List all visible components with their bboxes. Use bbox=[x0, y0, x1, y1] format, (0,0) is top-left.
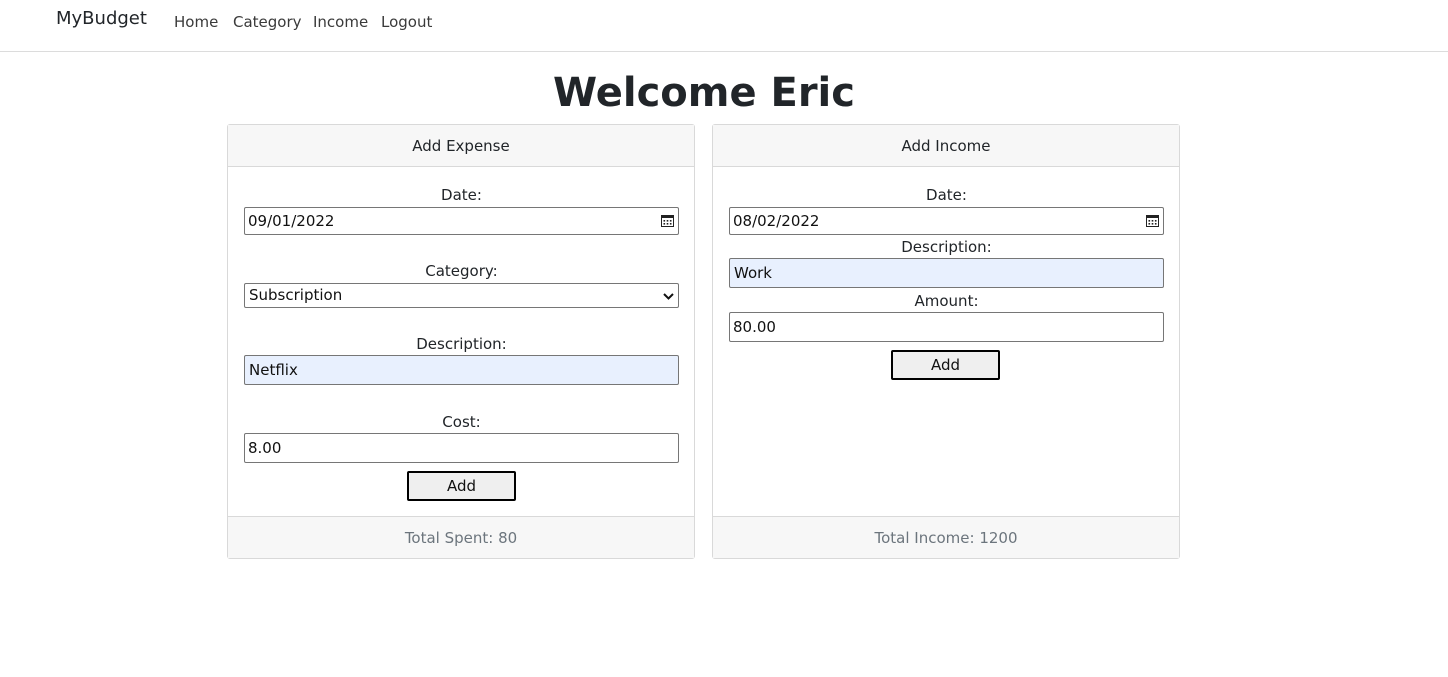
add-expense-header: Add Expense bbox=[228, 125, 694, 167]
expense-date-label: Date: bbox=[441, 186, 482, 204]
income-amount-input[interactable]: 80.00 bbox=[729, 312, 1164, 342]
expense-description-value: Netflix bbox=[249, 361, 298, 379]
income-description-value: Work bbox=[734, 264, 772, 282]
expense-cost-input[interactable]: 8.00 bbox=[244, 433, 679, 463]
nav-link-category[interactable]: Category bbox=[233, 13, 302, 31]
add-expense-card: Add Expense Date: 09/01/2022 Category: S… bbox=[227, 124, 695, 559]
expense-cost-value: 8.00 bbox=[248, 439, 282, 457]
income-date-input[interactable]: 08/02/2022 bbox=[729, 207, 1164, 235]
page-title: Welcome Eric bbox=[553, 70, 855, 116]
expense-category-select[interactable]: Subscription bbox=[244, 283, 679, 308]
total-income: Total Income: 1200 bbox=[713, 516, 1179, 558]
add-income-header: Add Income bbox=[713, 125, 1179, 167]
income-amount-value: 80.00 bbox=[733, 318, 776, 336]
nav-link-logout[interactable]: Logout bbox=[381, 13, 432, 31]
expense-date-value: 09/01/2022 bbox=[248, 212, 335, 230]
brand-logo[interactable]: MyBudget bbox=[56, 8, 147, 29]
calendar-icon[interactable] bbox=[660, 213, 675, 228]
calendar-icon[interactable] bbox=[1145, 213, 1160, 228]
income-date-label: Date: bbox=[926, 186, 967, 204]
add-income-button[interactable]: Add bbox=[891, 350, 1000, 380]
income-description-label: Description: bbox=[901, 238, 992, 256]
expense-cost-label: Cost: bbox=[442, 413, 481, 431]
income-description-input[interactable]: Work bbox=[729, 258, 1164, 288]
expense-date-input[interactable]: 09/01/2022 bbox=[244, 207, 679, 235]
expense-category-value: Subscription bbox=[249, 286, 343, 304]
expense-description-label: Description: bbox=[416, 335, 507, 353]
expense-category-label: Category: bbox=[425, 262, 498, 280]
nav-link-income[interactable]: Income bbox=[313, 13, 368, 31]
income-date-value: 08/02/2022 bbox=[733, 212, 820, 230]
income-amount-label: Amount: bbox=[914, 292, 979, 310]
add-expense-button[interactable]: Add bbox=[407, 471, 516, 501]
nav-link-home[interactable]: Home bbox=[174, 13, 218, 31]
chevron-down-icon bbox=[663, 293, 674, 300]
expense-description-input[interactable]: Netflix bbox=[244, 355, 679, 385]
add-income-card: Add Income Date: 08/02/2022 Description:… bbox=[712, 124, 1180, 559]
total-spent: Total Spent: 80 bbox=[228, 516, 694, 558]
navbar: MyBudget Home Category Income Logout bbox=[0, 0, 1448, 52]
